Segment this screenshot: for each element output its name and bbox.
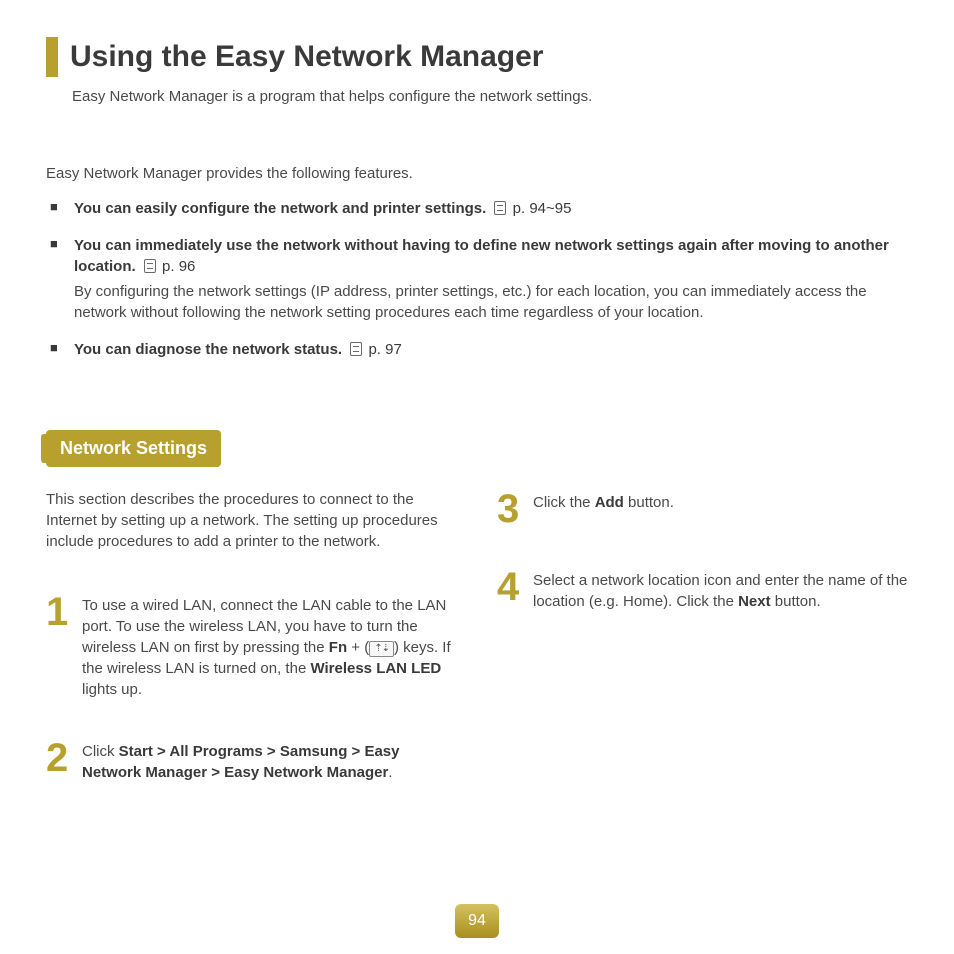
- step-text: .: [388, 764, 392, 781]
- page-footer: 94: [455, 904, 499, 938]
- feature-pageref: p. 94~95: [513, 200, 572, 217]
- step-body: Click the Add button.: [533, 489, 674, 529]
- step-text: + (: [347, 639, 369, 656]
- feature-pageref: p. 96: [162, 258, 195, 275]
- step-3: 3 Click the Add button.: [497, 489, 908, 529]
- feature-bold: You can immediately use the network with…: [74, 237, 889, 275]
- feature-item: You can diagnose the network status. p. …: [46, 339, 908, 360]
- feature-item: You can immediately use the network with…: [46, 235, 908, 323]
- step-2: 2 Click Start > All Programs > Samsung >…: [46, 738, 457, 783]
- step-number: 2: [46, 738, 74, 783]
- column-right: 3 Click the Add button. 4 Select a netwo…: [497, 489, 908, 821]
- feature-bold: You can diagnose the network status.: [74, 341, 342, 358]
- steps-columns: This section describes the procedures to…: [46, 489, 908, 821]
- features-intro: Easy Network Manager provides the follow…: [46, 163, 908, 184]
- section-heading-badge: Network Settings: [46, 430, 221, 467]
- feature-item: You can easily configure the network and…: [46, 198, 908, 219]
- step-bold: Add: [595, 494, 624, 511]
- key-label: Fn: [329, 639, 347, 656]
- feature-text: You can easily configure the network and…: [74, 200, 571, 217]
- step-text: button.: [624, 494, 674, 511]
- feature-text: You can immediately use the network with…: [74, 237, 889, 275]
- step-number: 1: [46, 592, 74, 700]
- document-page: Using the Easy Network Manager Easy Netw…: [0, 0, 954, 821]
- step-text: Click: [82, 743, 119, 760]
- step-4: 4 Select a network location icon and ent…: [497, 567, 908, 612]
- page-ref-icon: [144, 259, 156, 273]
- step-text: Click the: [533, 494, 595, 511]
- column-left: This section describes the procedures to…: [46, 489, 457, 821]
- step-bold: Start > All Programs > Samsung > Easy Ne…: [82, 743, 399, 781]
- page-number-badge: 94: [455, 904, 499, 938]
- step-text: lights up.: [82, 681, 142, 698]
- page-title-row: Using the Easy Network Manager: [46, 36, 908, 78]
- step-body: Select a network location icon and enter…: [533, 567, 908, 612]
- page-subtitle: Easy Network Manager is a program that h…: [72, 86, 908, 107]
- feature-bold: You can easily configure the network and…: [74, 200, 486, 217]
- feature-text: You can diagnose the network status. p. …: [74, 341, 402, 358]
- step-bold: Next: [738, 593, 771, 610]
- feature-pageref: p. 97: [368, 341, 401, 358]
- wireless-key-icon: ⇡⇣: [369, 641, 394, 657]
- feature-description: By configuring the network settings (IP …: [74, 281, 908, 323]
- section-intro: This section describes the procedures to…: [46, 489, 457, 552]
- page-title: Using the Easy Network Manager: [70, 36, 543, 78]
- step-text: Select a network location icon and enter…: [533, 572, 907, 610]
- step-number: 3: [497, 489, 525, 529]
- step-number: 4: [497, 567, 525, 612]
- page-ref-icon: [494, 201, 506, 215]
- step-text: button.: [771, 593, 821, 610]
- step-body: Click Start > All Programs > Samsung > E…: [82, 738, 457, 783]
- step-body: To use a wired LAN, connect the LAN cabl…: [82, 592, 457, 700]
- step-1: 1 To use a wired LAN, connect the LAN ca…: [46, 592, 457, 700]
- step-bold: Wireless LAN LED: [310, 660, 441, 677]
- page-ref-icon: [350, 342, 362, 356]
- features-list: You can easily configure the network and…: [46, 198, 908, 360]
- title-accent-bar: [46, 37, 58, 77]
